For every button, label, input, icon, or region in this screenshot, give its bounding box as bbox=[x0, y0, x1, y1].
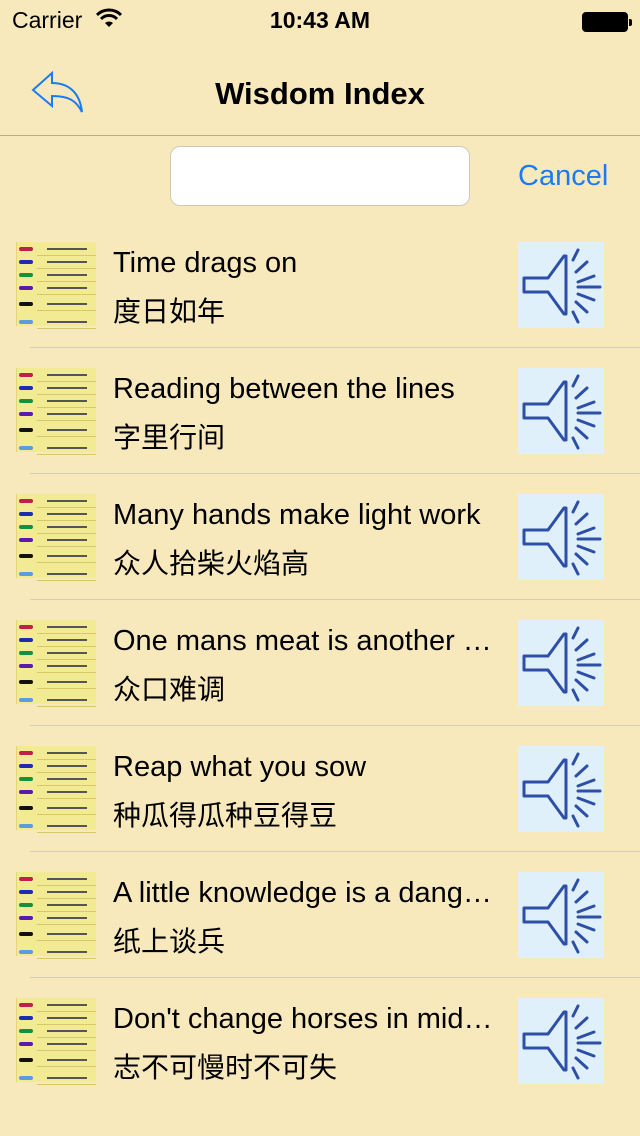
list-item[interactable]: Don't change horses in midstream 志不可慢时不可… bbox=[0, 978, 640, 1104]
list-item[interactable]: A little knowledge is a dangerous thing … bbox=[0, 852, 640, 978]
thumbnail-image bbox=[16, 242, 96, 329]
thumbnail-image bbox=[16, 494, 96, 581]
thumbnail-image bbox=[16, 620, 96, 707]
cancel-button[interactable]: Cancel bbox=[518, 160, 608, 193]
chinese-phrase: 种瓜得瓜种豆得豆 bbox=[113, 799, 338, 832]
list-item[interactable]: Reading between the lines 字里行间 bbox=[0, 348, 640, 474]
speaker-icon[interactable] bbox=[518, 872, 604, 958]
battery-icon bbox=[582, 12, 632, 32]
speaker-icon[interactable] bbox=[518, 494, 604, 580]
search-input[interactable] bbox=[170, 146, 470, 206]
chinese-phrase: 众人拾柴火焰高 bbox=[113, 547, 310, 580]
clock: 10:43 AM bbox=[269, 7, 371, 33]
thumbnail-image bbox=[16, 368, 96, 455]
list-item[interactable]: One mans meat is another mans poison 众口难… bbox=[0, 600, 640, 726]
status-bar: Carrier 10:43 AM bbox=[0, 0, 640, 40]
english-phrase: A little knowledge is a dangerous thing bbox=[113, 877, 493, 909]
thumbnail-image bbox=[16, 998, 96, 1085]
chinese-phrase: 字里行间 bbox=[113, 421, 226, 454]
english-phrase: Don't change horses in midstream bbox=[113, 1003, 493, 1035]
list-item[interactable]: Reap what you sow 种瓜得瓜种豆得豆 bbox=[0, 726, 640, 852]
chinese-phrase: 纸上谈兵 bbox=[113, 925, 226, 958]
list-item[interactable]: Many hands make light work 众人拾柴火焰高 bbox=[0, 474, 640, 600]
wisdom-list: Time drags on 度日如年 Reading between the l… bbox=[0, 222, 640, 1104]
english-phrase: Many hands make light work bbox=[113, 499, 481, 531]
speaker-icon[interactable] bbox=[518, 368, 604, 454]
speaker-icon[interactable] bbox=[518, 998, 604, 1084]
thumbnail-image bbox=[16, 872, 96, 959]
thumbnail-image bbox=[16, 746, 96, 833]
english-phrase: Reading between the lines bbox=[113, 373, 455, 405]
english-phrase: Time drags on bbox=[113, 247, 298, 279]
speaker-icon[interactable] bbox=[518, 242, 604, 328]
speaker-icon[interactable] bbox=[518, 746, 604, 832]
speaker-icon[interactable] bbox=[518, 620, 604, 706]
chinese-phrase: 志不可慢时不可失 bbox=[113, 1051, 338, 1084]
navigation-bar: Wisdom Index bbox=[0, 40, 640, 136]
list-item[interactable]: Time drags on 度日如年 bbox=[0, 222, 640, 348]
english-phrase: Reap what you sow bbox=[113, 751, 367, 783]
page-title: Wisdom Index bbox=[215, 76, 425, 111]
english-phrase: One mans meat is another mans poison bbox=[113, 625, 493, 657]
chinese-phrase: 度日如年 bbox=[113, 295, 226, 328]
chinese-phrase: 众口难调 bbox=[113, 673, 226, 706]
